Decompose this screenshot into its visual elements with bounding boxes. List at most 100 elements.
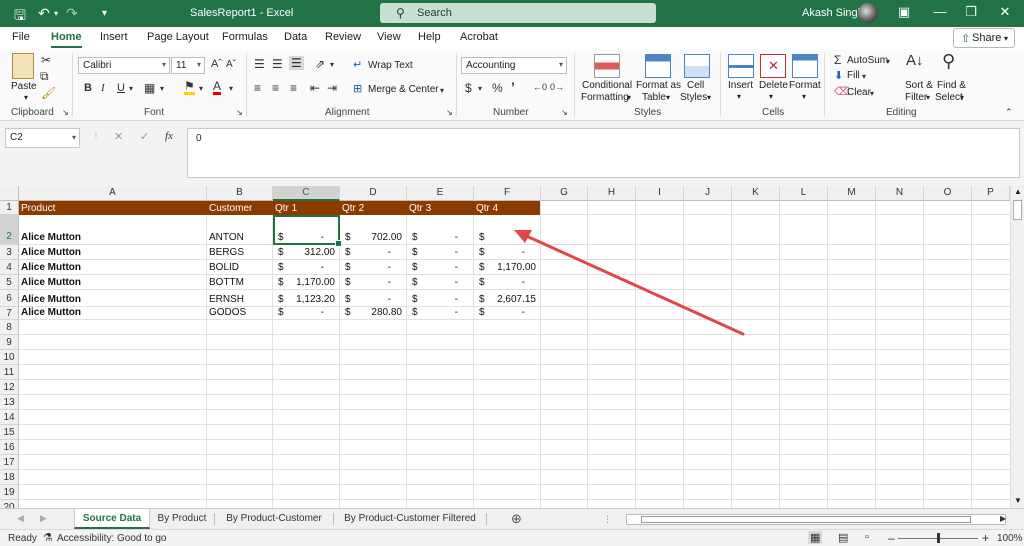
sheet-tab-by-product[interactable]: By Product (150, 509, 214, 529)
chevron-down-icon[interactable]: ▾ (160, 84, 164, 93)
save-icon[interactable]: 🖫 (14, 5, 26, 29)
find-select-label-1[interactable]: Find & (937, 80, 966, 91)
fill-button[interactable]: Fill (847, 70, 860, 81)
zoom-slider-thumb[interactable] (937, 533, 940, 543)
add-sheet-icon[interactable]: ⊕ (511, 511, 522, 527)
underline-icon[interactable]: U (117, 82, 125, 94)
dialog-launcher-icon[interactable]: ↘ (236, 108, 243, 117)
zoom-in-icon[interactable]: + (982, 531, 989, 545)
chevron-down-icon[interactable]: ▾ (229, 84, 233, 93)
orientation-icon[interactable]: ⇗ (315, 57, 325, 71)
delete-cells-icon[interactable]: ✕ (760, 54, 786, 78)
close-icon[interactable]: ✕ (995, 4, 1015, 20)
format-as-table-label-1[interactable]: Format as (636, 80, 681, 91)
avatar[interactable] (858, 3, 878, 23)
font-name-dropdown[interactable]: Calibri ▾ (78, 57, 170, 74)
chevron-down-icon[interactable]: ▾ (199, 84, 203, 93)
dialog-launcher-icon[interactable]: ↘ (561, 108, 568, 117)
prev-sheet-icon[interactable]: ◀ (17, 513, 24, 524)
borders-icon[interactable]: ▦ (144, 81, 155, 95)
name-box[interactable]: C2 ▾ (5, 128, 80, 148)
tab-file[interactable]: File (12, 31, 30, 43)
horizontal-scrollbar[interactable] (626, 514, 1006, 525)
increase-indent-icon[interactable]: ⇥ (327, 81, 337, 95)
dialog-launcher-icon[interactable]: ↘ (446, 108, 453, 117)
align-center-icon[interactable]: ≡ (272, 81, 279, 95)
customize-quick-access-icon[interactable]: ▾ (102, 8, 107, 19)
comma-style-icon[interactable]: ’ (511, 79, 515, 95)
ribbon-display-icon[interactable]: ▣ (894, 4, 914, 20)
chevron-down-icon[interactable]: ▾ (862, 72, 866, 81)
format-as-table-icon[interactable] (645, 54, 671, 78)
insert-function-icon[interactable]: fx (165, 130, 173, 142)
chevron-down-icon[interactable]: ▾ (960, 93, 964, 102)
font-size-dropdown[interactable]: 11 ▾ (171, 57, 205, 74)
chevron-down-icon[interactable]: ▾ (440, 86, 444, 95)
wrap-text-button[interactable]: Wrap Text (368, 60, 413, 71)
align-bottom-icon[interactable]: ☰ (289, 56, 304, 70)
scroll-down-icon[interactable]: ▼ (1014, 496, 1022, 505)
page-layout-view-icon[interactable]: ▤ (838, 531, 848, 544)
format-as-table-label-2[interactable]: Table (642, 92, 666, 103)
sort-filter-icon[interactable]: A↓ (906, 52, 924, 69)
formula-input[interactable]: 0 (187, 128, 1020, 178)
conditional-formatting-label-2[interactable]: Formatting (581, 92, 629, 103)
insert-cells-button[interactable]: Insert (728, 80, 753, 91)
chevron-down-icon[interactable]: ▾ (870, 89, 874, 98)
scroll-right-icon[interactable]: ▶ (1000, 514, 1006, 523)
cancel-icon[interactable]: ✕ (114, 130, 123, 143)
undo-dropdown-icon[interactable]: ▾ (54, 9, 58, 18)
more-options-icon[interactable]: ⋮ (92, 131, 100, 140)
font-color-icon[interactable]: A (213, 80, 222, 95)
paste-label[interactable]: Paste (11, 81, 37, 92)
tab-view[interactable]: View (377, 31, 401, 43)
vertical-scroll-thumb[interactable] (1013, 200, 1022, 220)
search-box[interactable]: ⚲ Search (380, 3, 656, 23)
chevron-down-icon[interactable]: ▾ (926, 93, 930, 102)
tab-page-layout[interactable]: Page Layout (147, 31, 209, 43)
align-left-icon[interactable]: ≡ (254, 81, 261, 95)
page-break-view-icon[interactable]: ▫ (865, 531, 869, 543)
chevron-down-icon[interactable]: ▾ (737, 92, 741, 101)
chevron-down-icon[interactable]: ▾ (129, 84, 133, 93)
format-cells-button[interactable]: Format (789, 80, 821, 91)
paste-dropdown-icon[interactable]: ▾ (24, 93, 28, 102)
undo-icon[interactable]: ↶ (38, 5, 50, 22)
italic-icon[interactable]: I (101, 82, 105, 94)
bold-icon[interactable]: B (84, 82, 92, 94)
align-middle-icon[interactable]: ☰ (272, 57, 283, 71)
format-painter-icon[interactable]: 🖌 (41, 86, 56, 100)
spreadsheet-grid[interactable]: ABCDEFGHIJKLMNOP 1 2 3 4 5 6 7 8 9 10 11 12 13 14 15 16… (0, 186, 1010, 508)
wrap-text-icon[interactable]: ↵ (353, 58, 362, 71)
merge-center-icon[interactable]: ⊞ (353, 82, 362, 95)
normal-view-icon[interactable]: ▦ (808, 531, 823, 544)
format-cells-icon[interactable] (792, 54, 818, 78)
cut-icon[interactable]: ✂ (41, 53, 51, 67)
find-select-label-2[interactable]: Select (935, 92, 963, 103)
share-button[interactable]: ⇧ Share ▾ (953, 28, 1015, 48)
scroll-up-icon[interactable]: ▲ (1014, 187, 1022, 196)
chevron-down-icon[interactable]: ▾ (627, 93, 631, 102)
chevron-down-icon[interactable]: ▾ (886, 57, 890, 66)
autosum-button[interactable]: AutoSum (847, 55, 888, 66)
horizontal-scroll-thumb[interactable] (641, 516, 971, 523)
align-top-icon[interactable]: ☰ (254, 57, 265, 71)
sheet-tab-by-product-customer-filtered[interactable]: By Product-Customer Filtered (335, 509, 485, 529)
decrease-decimal-icon[interactable]: 0→ (550, 82, 564, 92)
tab-help[interactable]: Help (418, 31, 441, 43)
align-right-icon[interactable]: ≡ (290, 81, 297, 95)
increase-decimal-icon[interactable]: ←0 (533, 82, 547, 92)
chevron-down-icon[interactable]: ▾ (769, 92, 773, 101)
chevron-down-icon[interactable]: ▾ (707, 93, 711, 102)
tab-home[interactable]: Home (51, 31, 82, 48)
chevron-down-icon[interactable]: ▾ (666, 93, 670, 102)
autosum-icon[interactable]: Σ (834, 53, 841, 67)
increase-font-icon[interactable]: Aˆ (211, 58, 222, 70)
collapse-ribbon-icon[interactable]: ⌃ (1005, 107, 1013, 118)
accessibility-status[interactable]: Accessibility: Good to go (57, 533, 167, 544)
fill-color-icon[interactable]: ⚑ (184, 80, 195, 95)
number-format-dropdown[interactable]: Accounting ▾ (461, 57, 567, 74)
cell-styles-label-1[interactable]: Cell (687, 80, 704, 91)
zoom-out-icon[interactable]: – (888, 531, 895, 545)
sort-filter-label-2[interactable]: Filter (905, 92, 927, 103)
